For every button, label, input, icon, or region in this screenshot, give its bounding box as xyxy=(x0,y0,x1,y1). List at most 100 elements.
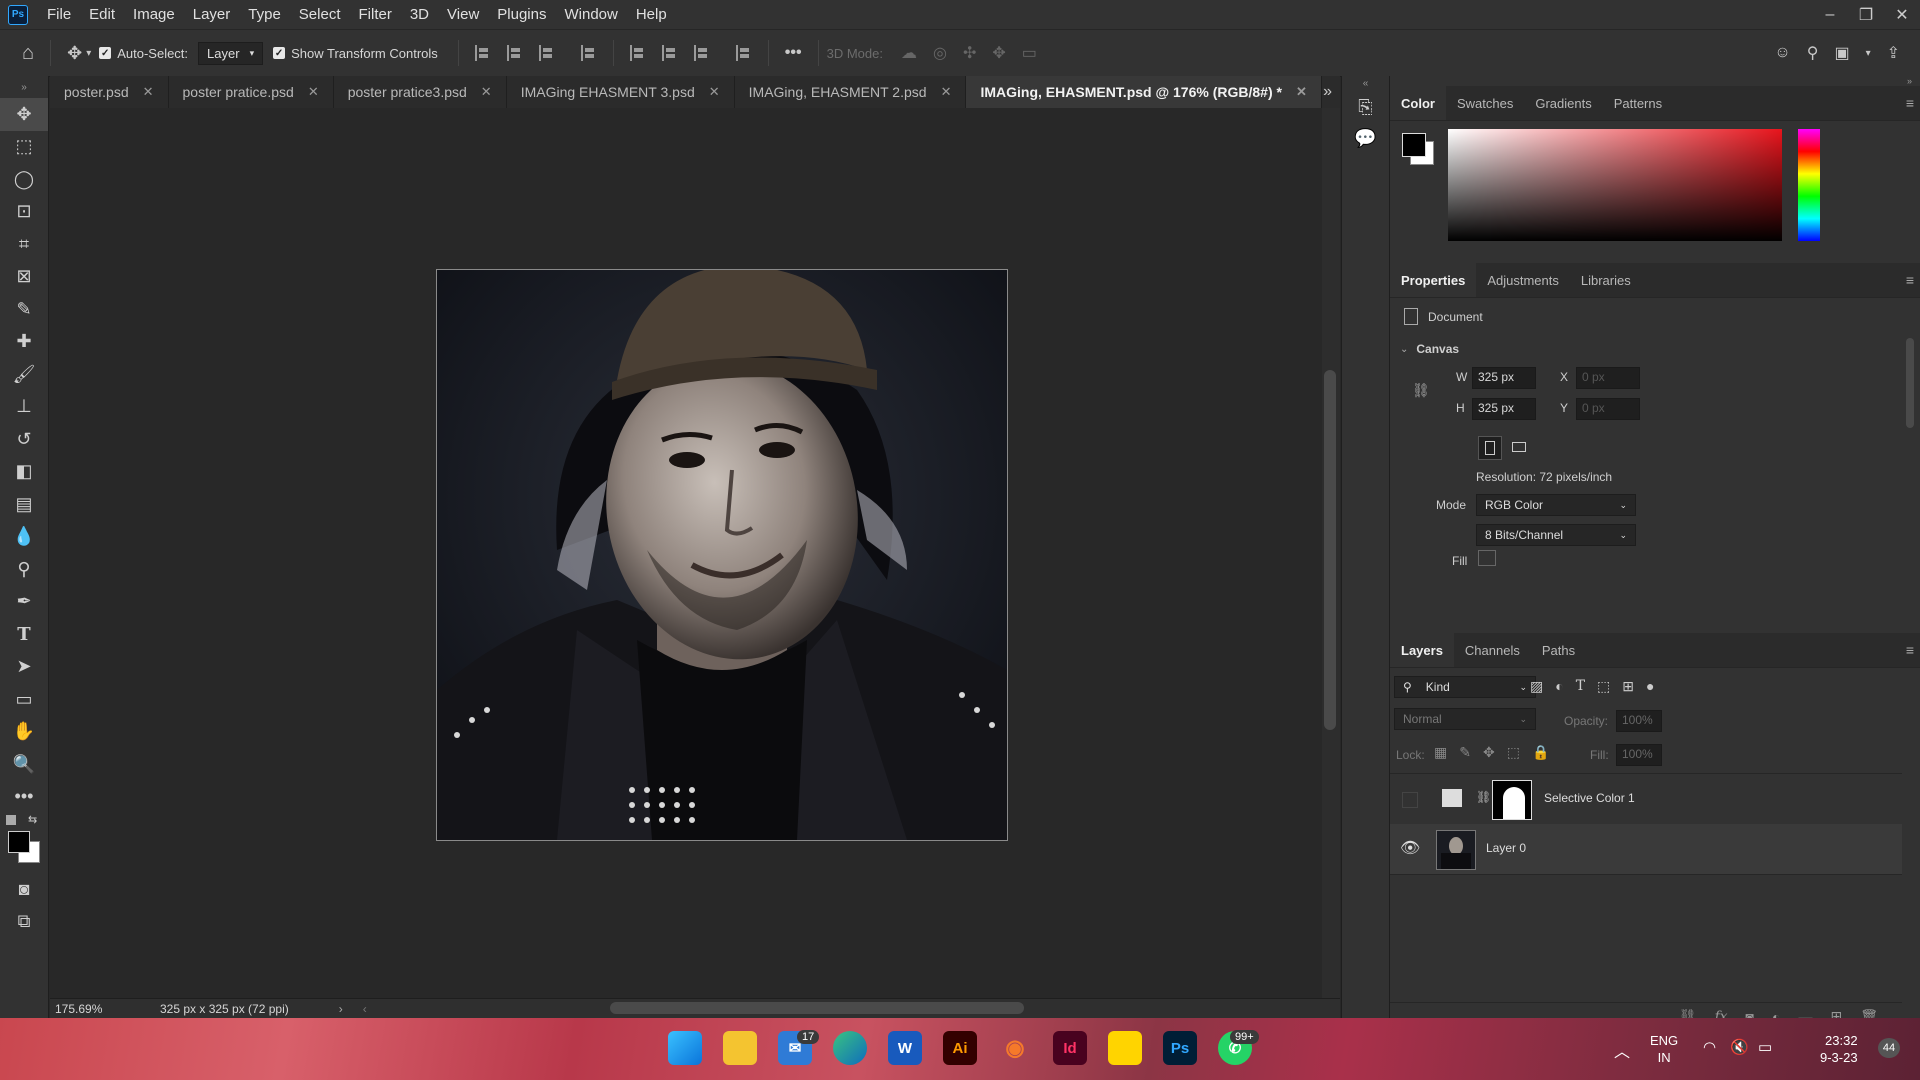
tab-adjustments[interactable]: Adjustments xyxy=(1476,263,1570,297)
tab-swatches[interactable]: Swatches xyxy=(1446,86,1524,120)
layer-name[interactable]: Layer 0 xyxy=(1486,841,1526,855)
hand-tool-icon[interactable]: ✋ xyxy=(0,716,48,749)
volume-icon[interactable]: 🔇 xyxy=(1730,1038,1749,1056)
bit-depth-dropdown[interactable]: 8 Bits/Channel ⌄ xyxy=(1476,524,1636,546)
distribute-vertical-icon[interactable] xyxy=(735,45,752,61)
object-select-tool-icon[interactable]: ⊡ xyxy=(0,196,48,229)
crop-tool-icon[interactable]: ⌗ xyxy=(0,228,48,261)
shape-filter-icon[interactable]: ⬚ xyxy=(1597,678,1610,695)
notification-badge[interactable]: 44 xyxy=(1878,1038,1900,1058)
auto-select-checkbox[interactable]: ✓ xyxy=(99,47,112,59)
edge-icon[interactable] xyxy=(833,1031,867,1065)
scroll-left-icon[interactable]: ‹ xyxy=(363,1002,367,1016)
fill-input[interactable]: 100% xyxy=(1616,744,1662,766)
color-swatches[interactable]: ⇆ xyxy=(0,813,48,873)
distribute-icon[interactable] xyxy=(580,45,597,61)
filter-toggle-icon[interactable]: ● xyxy=(1646,678,1654,695)
pen-tool-icon[interactable]: ✒ xyxy=(0,586,48,619)
close-icon[interactable]: ✕ xyxy=(941,84,952,100)
auto-select-dropdown[interactable]: Layer ▾ xyxy=(198,41,264,65)
layer-thumbnail[interactable] xyxy=(1436,830,1476,870)
tab-document[interactable]: poster pratice.psd ✕ xyxy=(168,76,334,108)
rectangle-tool-icon[interactable]: ▭ xyxy=(0,683,48,716)
foreground-color-swatch[interactable] xyxy=(8,831,30,853)
pixel-filter-icon[interactable]: ▨ xyxy=(1530,678,1543,695)
menu-edit[interactable]: Edit xyxy=(80,6,124,23)
panel-menu-icon[interactable]: ≡ xyxy=(1906,272,1914,288)
history-icon[interactable]: ⎘ xyxy=(1342,97,1389,118)
tab-layers[interactable]: Layers xyxy=(1390,633,1454,667)
move-tool-icon[interactable]: ✥ xyxy=(67,43,82,64)
zoom-level[interactable]: 175.69% xyxy=(55,1002,150,1016)
dodge-tool-icon[interactable]: ⚲ xyxy=(0,553,48,586)
width-input[interactable]: 325 px xyxy=(1472,367,1536,389)
eraser-tool-icon[interactable]: ◧ xyxy=(0,456,48,489)
lock-pixels-icon[interactable]: ✎ xyxy=(1459,744,1471,761)
menu-filter[interactable]: Filter xyxy=(350,6,401,23)
x-input[interactable]: 0 px xyxy=(1576,367,1640,389)
mode-dropdown[interactable]: RGB Color ⌄ xyxy=(1476,494,1636,516)
y-input[interactable]: 0 px xyxy=(1576,398,1640,420)
tab-document-active[interactable]: IMAGing, EHASMENT.psd @ 176% (RGB/8#) * ✕ xyxy=(966,76,1322,108)
close-icon[interactable]: ✕ xyxy=(709,84,720,100)
layer-filter-dropdown[interactable]: ⚲ Kind ⌄ xyxy=(1394,676,1536,698)
eyedropper-tool-icon[interactable]: ✎ xyxy=(0,293,48,326)
screen-mode-icon[interactable]: ⧉ xyxy=(0,906,48,939)
foreground-color-swatch[interactable] xyxy=(1402,133,1426,157)
tab-document[interactable]: IMAGing EHASMENT 3.psd ✕ xyxy=(506,76,735,108)
menu-type[interactable]: Type xyxy=(239,6,290,23)
align-left-icon[interactable] xyxy=(474,45,491,61)
history-brush-icon[interactable]: ↺ xyxy=(0,423,48,456)
expand-icon[interactable]: » xyxy=(1390,76,1920,86)
align-top-icon[interactable] xyxy=(629,45,646,61)
menu-window[interactable]: Window xyxy=(555,6,626,23)
align-bottom-icon[interactable] xyxy=(693,45,710,61)
zoom-tool-icon[interactable]: 🔍 xyxy=(0,748,48,781)
restore-button[interactable]: ❐ xyxy=(1848,0,1884,29)
lasso-tool-icon[interactable]: ◯ xyxy=(0,163,48,196)
tab-gradients[interactable]: Gradients xyxy=(1524,86,1602,120)
align-right-icon[interactable] xyxy=(538,45,555,61)
swap-colors-icon[interactable]: ⇆ xyxy=(28,813,37,826)
show-hidden-icons[interactable]: ︿ xyxy=(1614,1038,1630,1062)
smart-object-filter-icon[interactable]: ⊞ xyxy=(1622,678,1634,695)
healing-brush-icon[interactable]: ✚ xyxy=(0,326,48,359)
adjustment-filter-icon[interactable]: ◐ xyxy=(1555,678,1563,695)
layer-name[interactable]: Selective Color 1 xyxy=(1544,791,1635,805)
lock-artboard-icon[interactable]: ⬚ xyxy=(1507,744,1520,761)
blender-icon[interactable]: ◉ xyxy=(998,1031,1032,1065)
panel-menu-icon[interactable]: ≡ xyxy=(1906,642,1914,658)
clock[interactable]: 23:32 9-3-23 xyxy=(1820,1032,1858,1066)
default-colors-icon[interactable] xyxy=(6,815,16,825)
color-field[interactable] xyxy=(1448,129,1782,241)
menu-plugins[interactable]: Plugins xyxy=(488,6,555,23)
tab-document[interactable]: IMAGing, EHASMENT 2.psd ✕ xyxy=(734,76,967,108)
brush-tool-icon[interactable]: 🖌 xyxy=(0,358,48,391)
lock-all-icon[interactable]: 🔒 xyxy=(1532,744,1549,761)
share-icon[interactable]: ☺ xyxy=(1774,44,1790,62)
tab-document[interactable]: poster pratice3.psd ✕ xyxy=(333,76,507,108)
quick-mask-icon[interactable]: ◙ xyxy=(0,873,48,906)
tab-paths[interactable]: Paths xyxy=(1531,633,1586,667)
layer-mask-thumbnail[interactable] xyxy=(1492,780,1532,820)
frame-tool-icon[interactable]: ⊠ xyxy=(0,261,48,294)
file-explorer-icon[interactable] xyxy=(723,1031,757,1065)
tab-libraries[interactable]: Libraries xyxy=(1570,263,1642,297)
windows-start-icon[interactable] xyxy=(668,1031,702,1065)
menu-file[interactable]: File xyxy=(38,6,80,23)
photoshop-taskbar-icon[interactable]: Ps xyxy=(1163,1031,1197,1065)
3d-roll-icon[interactable]: ◎ xyxy=(933,43,947,63)
chevron-down-icon[interactable]: ▾ xyxy=(1866,48,1871,59)
type-tool-icon[interactable]: T xyxy=(0,618,48,651)
lock-transparency-icon[interactable]: ▦ xyxy=(1434,744,1447,761)
panel-menu-icon[interactable]: ≡ xyxy=(1906,95,1914,111)
gradient-tool-icon[interactable]: ▤ xyxy=(0,488,48,521)
path-select-icon[interactable]: ➤ xyxy=(0,651,48,684)
sticky-notes-icon[interactable] xyxy=(1108,1031,1142,1065)
menu-image[interactable]: Image xyxy=(124,6,184,23)
language-indicator[interactable]: ENG IN xyxy=(1650,1032,1678,1066)
export-icon[interactable]: ⇪ xyxy=(1887,43,1900,63)
close-icon[interactable]: ✕ xyxy=(1296,84,1307,100)
indesign-icon[interactable]: Id xyxy=(1053,1031,1087,1065)
fill-color-swatch[interactable] xyxy=(1478,550,1496,566)
